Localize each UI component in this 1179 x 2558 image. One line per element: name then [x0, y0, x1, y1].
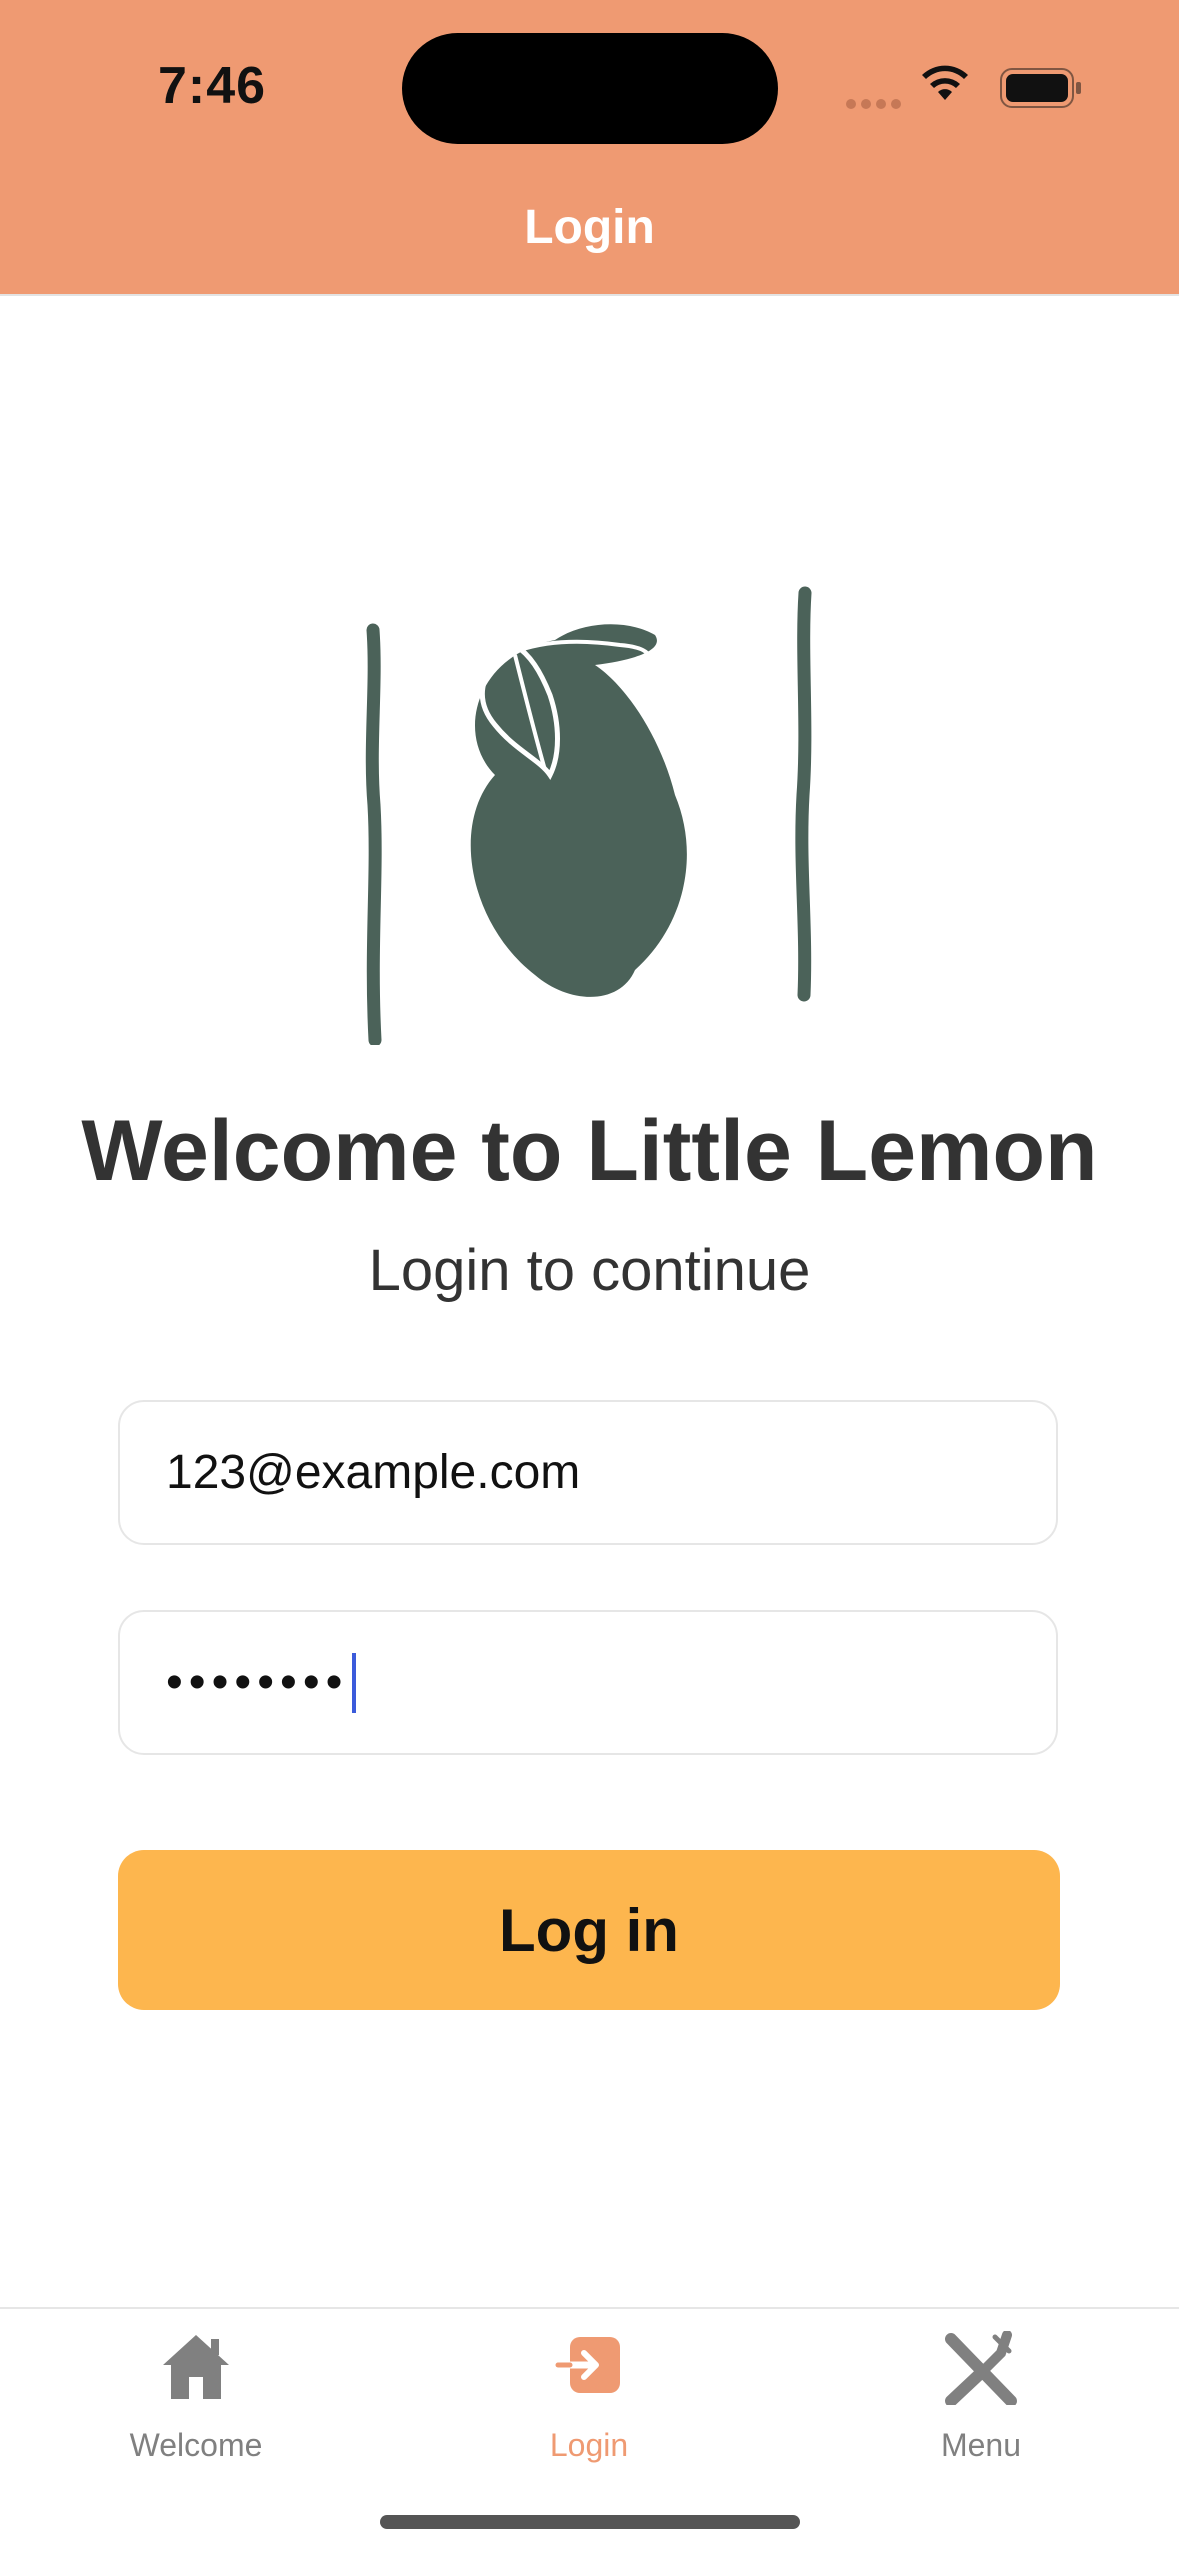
- login-button[interactable]: Log in: [118, 1850, 1060, 2010]
- login-button-label: Log in: [499, 1896, 679, 1964]
- page-title: Login: [524, 201, 655, 254]
- tab-menu-label: Menu: [940, 2427, 1022, 2463]
- email-field[interactable]: 123@example.com: [118, 1400, 1058, 1545]
- cellular-signal-icon: [846, 96, 906, 114]
- nav-header: 7:46 Login: [0, 0, 1179, 296]
- password-field[interactable]: ••••••••: [118, 1610, 1058, 1755]
- tab-welcome-label: Welcome: [129, 2427, 263, 2463]
- login-arrow-icon: [554, 2337, 620, 2393]
- tab-login[interactable]: Login: [459, 2309, 719, 2489]
- password-value: ••••••••: [166, 1656, 349, 1709]
- email-value: 123@example.com: [166, 1446, 581, 1499]
- subtitle: Login to continue: [368, 1238, 811, 1303]
- welcome-title: Welcome to Little Lemon: [81, 1103, 1098, 1199]
- wifi-icon: [920, 62, 970, 107]
- tab-welcome[interactable]: Welcome: [66, 2309, 326, 2489]
- dynamic-island: [402, 33, 778, 144]
- text-caret: [352, 1652, 357, 1713]
- fork-knife-icon: [945, 2331, 1017, 2405]
- status-time: 7:46: [158, 57, 267, 115]
- home-indicator[interactable]: [380, 2515, 800, 2529]
- house-icon: [163, 2335, 229, 2399]
- tab-login-label: Login: [549, 2427, 629, 2463]
- tab-menu[interactable]: Menu: [851, 2309, 1111, 2489]
- battery-icon: [1000, 68, 1082, 113]
- lemon-logo-icon: [355, 585, 825, 1050]
